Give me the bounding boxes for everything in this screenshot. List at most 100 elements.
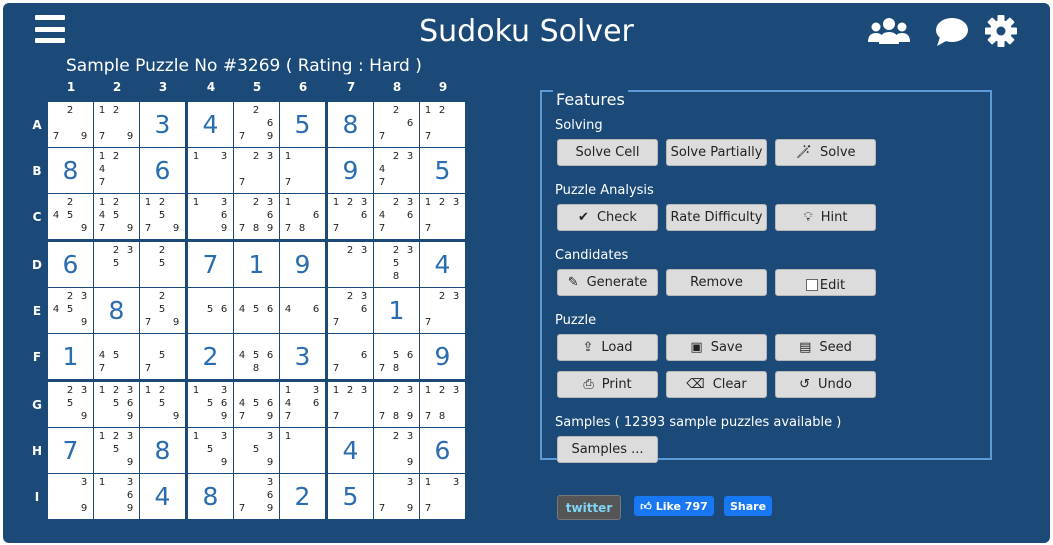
undo-button[interactable]: ↺ Undo [775, 371, 876, 398]
grid-cell-B4[interactable]: 13 [188, 148, 233, 193]
grid-cell-I7[interactable]: 5 [328, 474, 373, 519]
samples-button[interactable]: Samples ... [557, 436, 658, 463]
grid-cell-A7[interactable]: 8 [328, 102, 373, 147]
grid-cell-H6[interactable]: 1 [280, 428, 325, 473]
rate-difficulty-button[interactable]: Rate Difficulty [666, 204, 767, 231]
grid-cell-F2[interactable]: 457 [94, 334, 139, 379]
grid-cell-E8[interactable]: 1 [374, 288, 419, 333]
grid-cell-B2[interactable]: 124 7 [94, 148, 139, 193]
grid-cell-F9[interactable]: 9 [420, 334, 465, 379]
grid-cell-D8[interactable]: 235 8 [374, 242, 419, 287]
grid-cell-E4[interactable]: 56 [188, 288, 233, 333]
grid-cell-A3[interactable]: 3 [140, 102, 185, 147]
grid-cell-C8[interactable]: 23 4 6 7 [374, 194, 419, 239]
solve-button[interactable]: 🪄︎ Solve [775, 139, 876, 166]
grid-cell-A5[interactable]: 26 7 9 [234, 102, 279, 147]
solve-partially-button[interactable]: Solve Partially [666, 139, 767, 166]
grid-cell-E9[interactable]: 23 7 [420, 288, 465, 333]
grid-cell-B3[interactable]: 6 [140, 148, 185, 193]
print-button[interactable]: ⎙ Print [557, 371, 658, 398]
clear-button[interactable]: ⌫ Clear [666, 371, 767, 398]
grid-cell-G2[interactable]: 12356 9 [94, 382, 139, 427]
grid-cell-F3[interactable]: 57 [140, 334, 185, 379]
grid-cell-G3[interactable]: 12 59 [140, 382, 185, 427]
grid-cell-C7[interactable]: 123 6 7 [328, 194, 373, 239]
grid-cell-A6[interactable]: 5 [280, 102, 325, 147]
grid-cell-G8[interactable]: 23 789 [374, 382, 419, 427]
grid-cell-C6[interactable]: 1678 [280, 194, 325, 239]
grid-cell-C2[interactable]: 12457 9 [94, 194, 139, 239]
grid-cell-B5[interactable]: 23 7 [234, 148, 279, 193]
grid-cell-D6[interactable]: 9 [280, 242, 325, 287]
grid-cell-D4[interactable]: 7 [188, 242, 233, 287]
grid-cell-D3[interactable]: 25 [140, 242, 185, 287]
grid-cell-F1[interactable]: 1 [48, 334, 93, 379]
grid-cell-I8[interactable]: 3 7 9 [374, 474, 419, 519]
grid-cell-C3[interactable]: 12 57 9 [140, 194, 185, 239]
remove-button[interactable]: Remove [666, 269, 767, 296]
grid-cell-E3[interactable]: 2 57 9 [140, 288, 185, 333]
grid-cell-D5[interactable]: 1 [234, 242, 279, 287]
grid-cell-I6[interactable]: 2 [280, 474, 325, 519]
generate-button[interactable]: ✎ Generate [557, 269, 658, 296]
grid-cell-F4[interactable]: 2 [188, 334, 233, 379]
grid-cell-H4[interactable]: 1 359 [188, 428, 233, 473]
grid-cell-A4[interactable]: 4 [188, 102, 233, 147]
twitter-button[interactable]: twitter [557, 495, 621, 520]
seed-button[interactable]: ▤ Seed [775, 334, 876, 361]
grid-cell-I2[interactable]: 1 3 6 9 [94, 474, 139, 519]
grid-cell-H8[interactable]: 23 9 [374, 428, 419, 473]
facebook-like-button[interactable]: 👍︎ Like 797 [634, 496, 714, 516]
grid-cell-E7[interactable]: 23 6 7 [328, 288, 373, 333]
chat-bubble-icon[interactable] [935, 17, 969, 47]
grid-cell-F5[interactable]: 4568 [234, 334, 279, 379]
grid-cell-B9[interactable]: 5 [420, 148, 465, 193]
grid-cell-E6[interactable]: 46 [280, 288, 325, 333]
grid-cell-I5[interactable]: 3 6 7 9 [234, 474, 279, 519]
grid-cell-H9[interactable]: 6 [420, 428, 465, 473]
grid-cell-H1[interactable]: 7 [48, 428, 93, 473]
grid-cell-E1[interactable]: 23 459 [48, 288, 93, 333]
grid-cell-A1[interactable]: 2 7 9 [48, 102, 93, 147]
grid-cell-I9[interactable]: 1 3 7 [420, 474, 465, 519]
grid-cell-C4[interactable]: 1 3 6 9 [188, 194, 233, 239]
grid-cell-G9[interactable]: 123 78 [420, 382, 465, 427]
grid-cell-F7[interactable]: 67 [328, 334, 373, 379]
grid-cell-D9[interactable]: 4 [420, 242, 465, 287]
grid-cell-A9[interactable]: 12 7 [420, 102, 465, 147]
grid-cell-B1[interactable]: 8 [48, 148, 93, 193]
grid-cell-F8[interactable]: 56 78 [374, 334, 419, 379]
gear-icon[interactable] [985, 15, 1017, 47]
check-button[interactable]: ✔ Check [557, 204, 658, 231]
facebook-share-button[interactable]: Share [724, 496, 772, 516]
grid-cell-C5[interactable]: 23 6 789 [234, 194, 279, 239]
grid-cell-A2[interactable]: 12 7 9 [94, 102, 139, 147]
grid-cell-F6[interactable]: 3 [280, 334, 325, 379]
grid-cell-H3[interactable]: 8 [140, 428, 185, 473]
grid-cell-H2[interactable]: 12359 [94, 428, 139, 473]
grid-cell-G7[interactable]: 123 7 [328, 382, 373, 427]
grid-cell-H5[interactable]: 359 [234, 428, 279, 473]
grid-cell-D7[interactable]: 23 [328, 242, 373, 287]
grid-cell-D2[interactable]: 235 [94, 242, 139, 287]
solve-cell-button[interactable]: Solve Cell [557, 139, 658, 166]
grid-cell-E2[interactable]: 8 [94, 288, 139, 333]
edit-checkbox[interactable] [805, 279, 818, 291]
save-button[interactable]: ▣ Save [666, 334, 767, 361]
load-button[interactable]: ⇪ Load [557, 334, 658, 361]
grid-cell-G6[interactable]: 1 3 4 6 7 [280, 382, 325, 427]
grid-cell-H7[interactable]: 4 [328, 428, 373, 473]
grid-cell-D1[interactable]: 6 [48, 242, 93, 287]
grid-cell-C9[interactable]: 123 7 [420, 194, 465, 239]
grid-cell-I1[interactable]: 39 [48, 474, 93, 519]
grid-cell-B6[interactable]: 17 [280, 148, 325, 193]
grid-cell-G5[interactable]: 456 7 9 [234, 382, 279, 427]
grid-cell-C1[interactable]: 2459 [48, 194, 93, 239]
grid-cell-I4[interactable]: 8 [188, 474, 233, 519]
grid-cell-E5[interactable]: 456 [234, 288, 279, 333]
hint-button[interactable]: 💡︎ Hint [775, 204, 876, 231]
grid-cell-B7[interactable]: 9 [328, 148, 373, 193]
grid-cell-G4[interactable]: 1 356 9 [188, 382, 233, 427]
edit-candidates-button[interactable]: Edit [775, 269, 876, 296]
users-icon[interactable] [868, 16, 910, 46]
